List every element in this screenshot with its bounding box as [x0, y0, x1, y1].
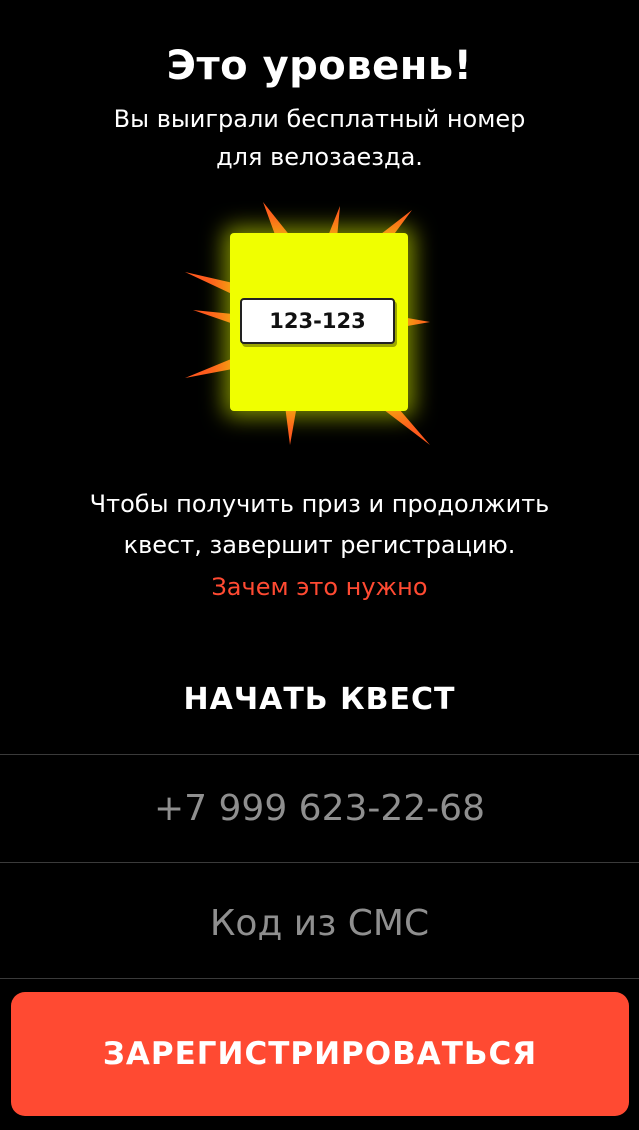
start-quest-heading: НАЧАТЬ КВЕСТ: [183, 682, 456, 717]
why-needed-link[interactable]: Зачем это нужно: [0, 567, 639, 607]
subtitle-line-1: Вы выиграли бесплатный номер: [113, 105, 526, 133]
divider-bottom: [0, 978, 639, 979]
divider-middle: [0, 862, 639, 863]
race-number-plate: 123-123: [240, 298, 395, 344]
info-line-2: квест, завершит регистрацию.: [123, 531, 516, 559]
prize-subtitle: Вы выиграли бесплатный номер для велозае…: [90, 100, 549, 176]
prize-card: 123-123: [230, 233, 408, 411]
register-button[interactable]: ЗАРЕГИСТРИРОВАТЬСЯ: [11, 992, 629, 1116]
sms-code-input[interactable]: Код из СМС: [0, 894, 639, 954]
phone-input[interactable]: +7 999 623-22-68: [0, 779, 639, 839]
info-line-1: Чтобы получить приз и продолжить: [89, 490, 550, 518]
prize-illustration: 123-123: [175, 190, 465, 460]
subtitle-line-2: для велозаезда.: [216, 143, 423, 171]
page-title: Это уровень!: [166, 43, 473, 89]
divider-top: [0, 754, 639, 755]
registration-info: Чтобы получить приз и продолжить квест, …: [60, 484, 579, 566]
